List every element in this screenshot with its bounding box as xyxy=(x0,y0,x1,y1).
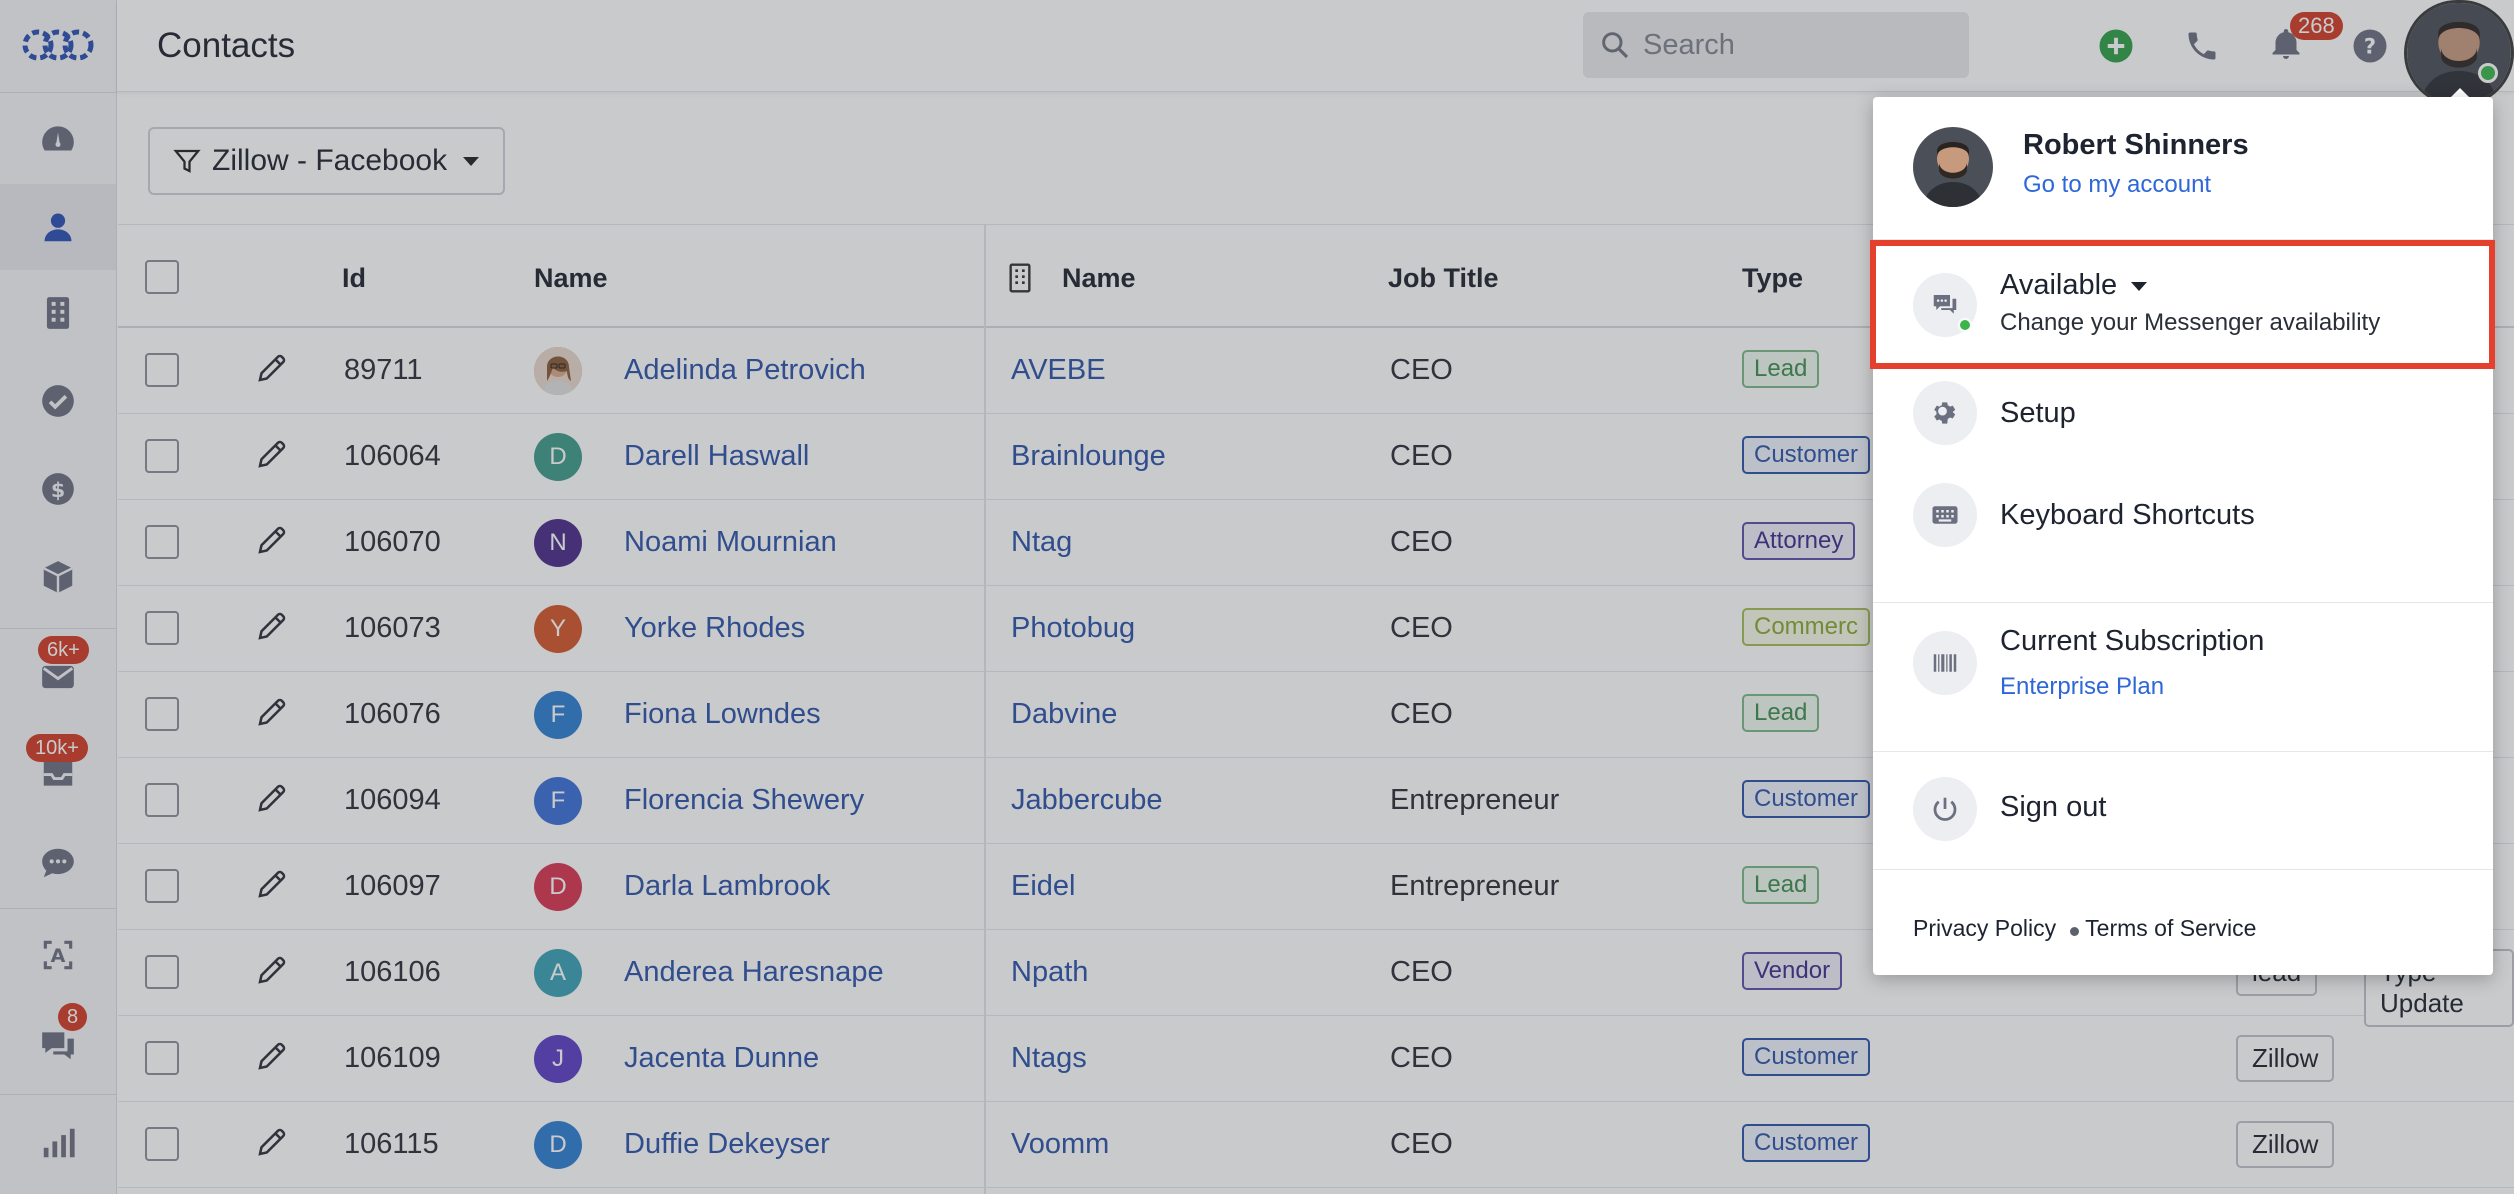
subscription-label: Current Subscription xyxy=(2000,625,2265,657)
availability-highlight-box xyxy=(1870,240,2495,369)
menu-footer: Privacy Policy Terms of Service xyxy=(1913,915,2256,942)
sign-out-label: Sign out xyxy=(2000,791,2107,823)
subscription-item[interactable]: Current Subscription Enterprise Plan xyxy=(1873,605,2493,745)
terms-of-service-link[interactable]: Terms of Service xyxy=(2085,915,2256,942)
barcode-icon xyxy=(1913,631,1977,695)
keyboard-icon xyxy=(1913,483,1977,547)
menu-user-name: Robert Shinners xyxy=(2023,129,2249,161)
setup-label: Setup xyxy=(2000,397,2076,429)
gear-icon xyxy=(1913,381,1977,445)
sign-out-item[interactable]: Sign out xyxy=(1873,755,2493,865)
keyboard-shortcuts-label: Keyboard Shortcuts xyxy=(2000,499,2255,531)
privacy-policy-link[interactable]: Privacy Policy xyxy=(1913,915,2056,942)
user-menu: Robert Shinners Go to my account Availab… xyxy=(1873,97,2493,975)
separator-dot xyxy=(2070,927,2080,936)
enterprise-plan-link[interactable]: Enterprise Plan xyxy=(2000,673,2164,701)
power-icon xyxy=(1913,777,1977,841)
setup-item[interactable]: Setup xyxy=(1873,365,2493,465)
menu-avatar xyxy=(1913,127,1993,207)
keyboard-shortcuts-item[interactable]: Keyboard Shortcuts xyxy=(1873,469,2493,569)
go-to-account-link[interactable]: Go to my account xyxy=(2023,171,2211,199)
